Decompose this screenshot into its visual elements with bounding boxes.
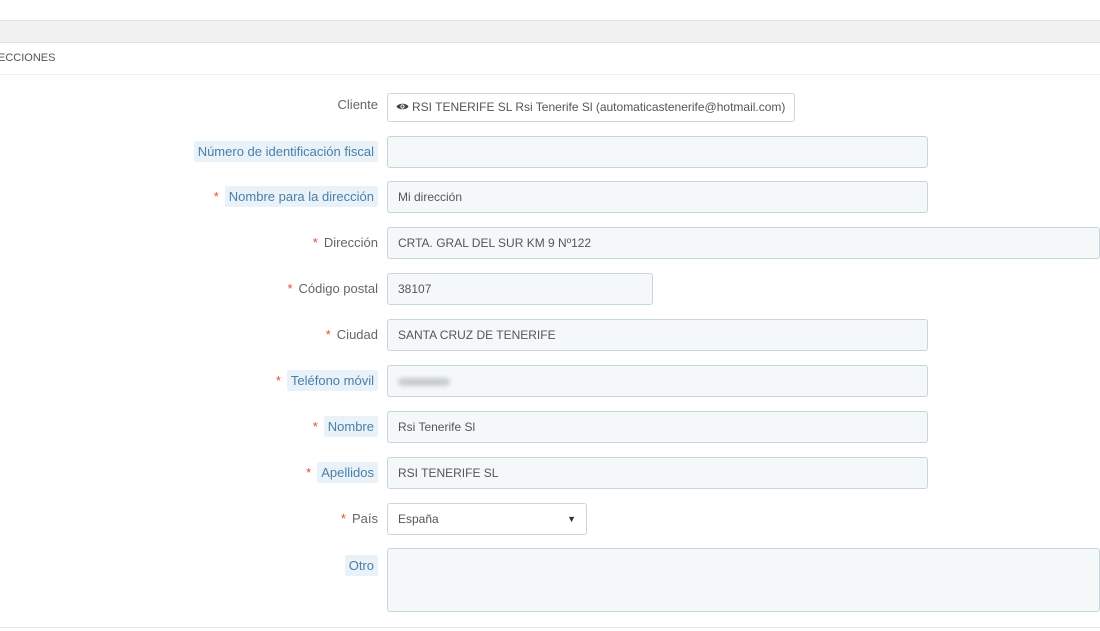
label-nombre: * Nombre — [313, 415, 378, 439]
caret-down-icon: ▼ — [567, 514, 576, 524]
label-pais-text: País — [351, 511, 378, 526]
label-direccion-text: Dirección — [323, 235, 378, 250]
country-select[interactable]: España ▼ — [387, 503, 587, 535]
mobile-phone-input[interactable] — [387, 365, 928, 397]
city-input[interactable]: SANTA CRUZ DE TENERIFE — [387, 319, 928, 351]
label-nif-text: Número de identificación fiscal — [193, 141, 378, 162]
required-asterisk: * — [287, 281, 293, 296]
postal-code-input[interactable]: 38107 — [387, 273, 653, 305]
label-ciudad: * Ciudad — [326, 323, 378, 347]
client-value: RSI TENERIFE SL Rsi Tenerife Sl (automat… — [412, 100, 786, 114]
other-textarea[interactable] — [387, 548, 1100, 612]
client-link[interactable]: RSI TENERIFE SL Rsi Tenerife Sl (automat… — [387, 93, 795, 122]
first-name-input[interactable]: Rsi Tenerife Sl — [387, 411, 928, 443]
last-name-input[interactable]: RSI TENERIFE SL — [387, 457, 928, 489]
label-pais: * País — [341, 507, 378, 531]
nombre-value: Rsi Tenerife Sl — [398, 420, 476, 434]
pais-value: España — [398, 512, 439, 526]
label-direccion: * Dirección — [313, 231, 378, 255]
label-cliente-text: Cliente — [337, 97, 378, 112]
required-asterisk: * — [340, 511, 346, 526]
label-apellidos: * Apellidos — [306, 461, 378, 485]
required-asterisk: * — [306, 465, 312, 480]
label-cliente: Cliente — [338, 93, 378, 117]
panel-bottom-divider — [0, 627, 1100, 628]
apellidos-value: RSI TENERIFE SL — [398, 466, 499, 480]
required-asterisk: * — [312, 419, 318, 434]
required-asterisk: * — [275, 373, 281, 388]
label-apellidos-text: Apellidos — [317, 462, 378, 483]
label-cp-text: Código postal — [298, 281, 379, 296]
eye-icon — [396, 94, 409, 121]
label-cp: * Código postal — [287, 277, 378, 301]
direccion-input[interactable]: CRTA. GRAL DEL SUR KM 9 Nº122 — [387, 227, 1100, 259]
required-asterisk: * — [213, 189, 219, 204]
alias-value: Mi dirección — [398, 190, 463, 204]
panel-title-text: ECCIONES — [0, 52, 56, 64]
label-movil: * Teléfono móvil — [276, 369, 378, 393]
label-alias: * Nombre para la dirección — [214, 185, 378, 209]
required-asterisk: * — [325, 327, 331, 342]
panel-title: ECCIONES — [0, 43, 1100, 75]
label-ciudad-text: Ciudad — [336, 327, 378, 342]
direccion-value: CRTA. GRAL DEL SUR KM 9 Nº122 — [398, 236, 592, 250]
redacted-phone — [398, 377, 450, 386]
ciudad-value: SANTA CRUZ DE TENERIFE — [398, 328, 556, 342]
top-bar — [0, 0, 1100, 21]
nif-input[interactable] — [387, 136, 928, 168]
label-nombre-text: Nombre — [323, 416, 378, 437]
label-otro-text: Otro — [344, 555, 378, 576]
label-nif: Número de identificación fiscal — [193, 140, 378, 164]
panel-header-strip — [0, 21, 1100, 43]
required-asterisk: * — [312, 235, 318, 250]
label-movil-text: Teléfono móvil — [286, 370, 378, 391]
label-otro: Otro — [344, 554, 378, 578]
alias-input[interactable]: Mi dirección — [387, 181, 928, 213]
cp-value: 38107 — [398, 282, 432, 296]
label-alias-text: Nombre para la dirección — [224, 186, 378, 207]
